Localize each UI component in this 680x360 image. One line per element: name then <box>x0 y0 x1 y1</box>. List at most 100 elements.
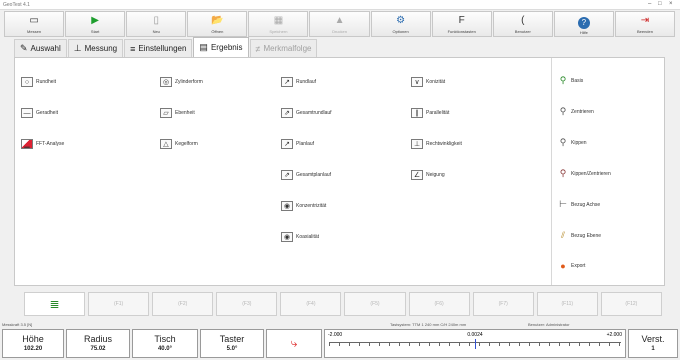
feature-cylindricity[interactable]: ◎ Zylinderform <box>160 77 203 87</box>
readout-label: Tisch <box>154 333 176 344</box>
align-ref-plane[interactable]: ⫽ Bezug Ebene <box>558 230 601 241</box>
feature-cone[interactable]: △ Kegelform <box>160 139 198 149</box>
align-label: Basis <box>571 77 584 84</box>
feature-roundness[interactable]: ○ Rundheit <box>21 77 56 87</box>
feature-label: Parallelität <box>426 110 450 116</box>
toolbar-button-4[interactable]: ▦ Speichern <box>248 11 309 37</box>
readout-value: 102.20 <box>23 345 43 352</box>
flatness-icon: ▱ <box>160 108 172 118</box>
toolbar-button-6[interactable]: ⚙ Optionen <box>370 11 431 37</box>
total-axial-runout-icon: ⇗ <box>281 170 293 180</box>
tilt-icon: ⚲ <box>559 137 567 147</box>
function-key-2[interactable]: (F2) <box>152 292 214 316</box>
function-keys-icon: F <box>458 15 465 26</box>
function-key-1[interactable]: (F1) <box>88 292 150 316</box>
function-key-6[interactable]: (F6) <box>408 292 470 316</box>
align-export[interactable]: ● Export <box>558 261 585 271</box>
print-icon: ▲ <box>334 15 345 26</box>
toolbar-button-label: Öffnen <box>211 29 224 34</box>
feature-total-runout[interactable]: ⇗ Gesamtrundlauf <box>281 108 332 118</box>
total-runout-icon: ⇗ <box>281 108 293 118</box>
perpendicularity-icon: ⊥ <box>411 139 423 149</box>
tab-2[interactable]: ≡ Einstellungen <box>124 39 193 57</box>
tab-1[interactable]: ⊥ Messung <box>67 39 124 57</box>
readout-label: Taster <box>219 333 245 344</box>
close-icon[interactable]: × <box>669 1 673 7</box>
feature-label: Rundlauf <box>296 79 317 85</box>
align-label: Bezug Achse <box>571 201 601 208</box>
straightness-icon: — <box>21 108 33 118</box>
feature-label: Rundheit <box>36 79 57 85</box>
tab-3[interactable]: ▤ Ergebnis <box>193 37 249 57</box>
function-key-0[interactable]: ≣ <box>24 292 86 316</box>
feature-label: Konizität <box>426 79 446 85</box>
feature-label: FFT-Analyse <box>36 141 65 147</box>
tab-0[interactable]: ✎ Auswahl <box>14 39 67 57</box>
toolbar-button-9[interactable]: ? Hilfe <box>553 11 614 37</box>
function-key-9[interactable]: (F12) <box>600 292 662 316</box>
align-tilt[interactable]: ⚲ Kippen <box>558 137 587 148</box>
feature-fft[interactable]: ▁ FFT-Analyse <box>21 139 64 149</box>
conicity-icon: ∨ <box>411 77 423 87</box>
feature-conicity[interactable]: ∨ Konizität <box>411 77 445 87</box>
tab-4[interactable]: ≠ Merkmalfolge <box>249 39 318 57</box>
feature-angularity[interactable]: ∠ Neigung <box>411 170 445 180</box>
feature-total-axial-runout[interactable]: ⇗ Gesamtplanlauf <box>281 170 331 180</box>
align-tilt-center[interactable]: ⚲ Kippen/Zentrieren <box>558 168 611 179</box>
align-basis[interactable]: ⚲ Basis <box>558 75 584 86</box>
maximize-icon[interactable]: □ <box>658 1 662 7</box>
status-right: Benutzer: Administrator <box>528 322 570 327</box>
feature-runout[interactable]: ↗ Rundlauf <box>281 77 316 87</box>
status-line: Messkraft 3.5 [N] Tastsystem: TTM 1 240 … <box>0 321 680 329</box>
angularity-icon: ∠ <box>411 170 423 180</box>
feature-straightness[interactable]: — Geradheit <box>21 108 58 118</box>
application-window: GeoTest 4.1 – □ × ▭ Messen ▶ Start ▯ Neu 📂 Öffn… <box>0 0 680 360</box>
toolbar-button-label: Benutzer <box>514 29 531 34</box>
tab-label: Einstellungen <box>138 44 187 53</box>
export-icon: ● <box>560 261 566 271</box>
align-center[interactable]: ⚲ Zentrieren <box>558 106 594 117</box>
toolbar-button-10[interactable]: ⇥ Beenden <box>614 11 676 37</box>
readout-height: Höhe 102.20 <box>2 329 64 358</box>
minimize-icon[interactable]: – <box>648 1 651 7</box>
roundness-icon: ○ <box>21 77 33 87</box>
function-key-7[interactable]: (F7) <box>472 292 534 316</box>
measure-tab-icon: ⊥ <box>73 43 82 53</box>
function-key-5[interactable]: (F5) <box>344 292 406 316</box>
exit-icon: ⇥ <box>640 15 650 26</box>
grid-icon: ≣ <box>49 297 60 311</box>
toolbar-button-7[interactable]: F Funktionstasten <box>431 11 492 37</box>
toolbar-button-1[interactable]: ▶ Start <box>65 11 126 37</box>
function-key-8[interactable]: (F11) <box>536 292 598 316</box>
toolbar-button-5[interactable]: ▲ Drucken <box>309 11 370 37</box>
title-bar: GeoTest 4.1 – □ × <box>0 0 680 10</box>
main-toolbar: ▭ Messen ▶ Start ▯ Neu 📂 Öffnen ▦ Speichern ▲ Druck… <box>4 11 676 37</box>
toolbar-button-3[interactable]: 📂 Öffnen <box>187 11 248 37</box>
toolbar-button-2[interactable]: ▯ Neu <box>126 11 187 37</box>
toolbar-button-label: Start <box>90 29 100 34</box>
scale-marker <box>475 339 477 349</box>
tilt-center-icon: ⚲ <box>559 168 567 178</box>
function-key-3[interactable]: (F3) <box>216 292 278 316</box>
readout-label: Höhe <box>22 333 44 344</box>
deviation-scale: -2.000 0.0024 +2.000 <box>324 329 626 358</box>
help-icon: ? <box>577 17 590 29</box>
gear-icon: ⚙ <box>396 15 406 26</box>
center-icon: ⚲ <box>559 106 567 116</box>
function-key-4[interactable]: (F4) <box>280 292 342 316</box>
feature-coaxiality[interactable]: ◉ Koaxialität <box>281 232 319 242</box>
feature-flatness[interactable]: ▱ Ebenheit <box>160 108 195 118</box>
toolbar-button-8[interactable]: (Benutzer <box>492 11 553 37</box>
feature-label: Zylinderform <box>175 79 203 85</box>
runout-icon: ↗ <box>281 77 293 87</box>
settings-icon: ≡ <box>130 43 136 54</box>
feature-concentricity[interactable]: ◉ Konzentrizität <box>281 201 326 211</box>
feature-axial-runout[interactable]: ↗ Planlauf <box>281 139 314 149</box>
measure-icon: ▭ <box>29 15 39 26</box>
toolbar-button-label: Speichern <box>269 29 288 34</box>
readout-table: Tisch 40.0° <box>132 329 198 358</box>
feature-perpendicularity[interactable]: ⊥ Rechtwinkligkeit <box>411 139 462 149</box>
feature-parallelism[interactable]: ∥ Parallelität <box>411 108 449 118</box>
align-ref-axis[interactable]: ⊢ Bezug Achse <box>558 199 600 210</box>
toolbar-button-0[interactable]: ▭ Messen <box>4 11 65 37</box>
